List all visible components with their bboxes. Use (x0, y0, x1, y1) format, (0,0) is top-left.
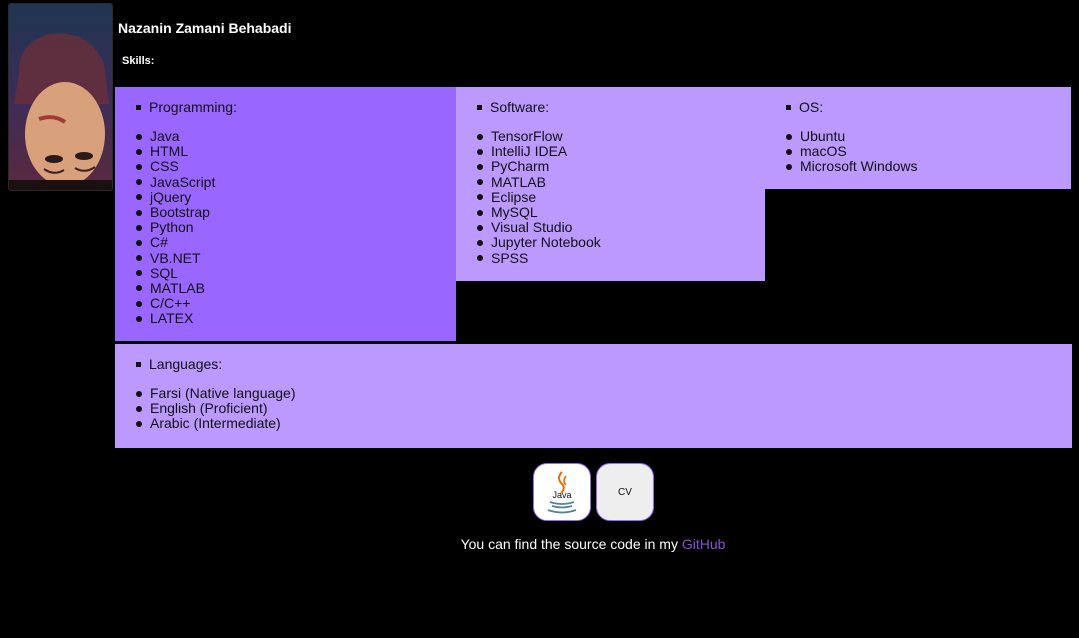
languages-list: Farsi (Native language) English (Profici… (115, 385, 1072, 432)
page: Nazanin Zamani Behabadi Skills: Programm… (0, 0, 1079, 638)
footer-text: You can find the source code in my (460, 536, 678, 552)
software-header: Software: (456, 99, 765, 115)
bullet-icon (477, 209, 483, 216)
programming-list: Java HTML CSS JavaScript jQuery Bootstra… (115, 128, 456, 326)
list-item: Python (136, 219, 456, 235)
square-bullet-icon (786, 104, 791, 110)
bullet-icon (477, 133, 483, 140)
list-item: SQL (136, 265, 456, 281)
os-title: OS: (799, 99, 824, 115)
square-bullet-icon (477, 104, 482, 110)
list-item: LATEX (136, 311, 456, 326)
list-item: PyCharm (477, 159, 765, 174)
languages-title: Languages: (149, 356, 223, 372)
bullet-icon (477, 239, 483, 246)
bullet-icon (136, 315, 142, 322)
bullet-icon (477, 148, 483, 155)
list-item: MATLAB (477, 174, 765, 190)
bullet-icon (136, 133, 142, 140)
square-bullet-icon (136, 104, 141, 110)
bullet-icon (136, 209, 142, 216)
bullet-icon (136, 255, 142, 262)
list-item: Arabic (Intermediate) (136, 416, 1072, 431)
bullet-icon (786, 148, 792, 155)
list-item: Bootstrap (136, 204, 456, 220)
java-logo-icon: Java (547, 471, 577, 514)
os-header: OS: (765, 99, 1071, 115)
list-item: Eclipse (477, 189, 765, 205)
os-section: OS: Ubuntu macOS Microsoft Windows (765, 87, 1071, 189)
bullet-icon (136, 239, 142, 246)
square-bullet-icon (136, 361, 141, 367)
bullet-icon (136, 194, 142, 201)
list-item: SPSS (477, 250, 765, 266)
programming-header: Programming: (115, 99, 456, 115)
bullet-icon (136, 163, 142, 170)
list-item: MATLAB (136, 280, 456, 296)
list-item: English (Proficient) (136, 400, 1072, 416)
bullet-icon (136, 270, 142, 277)
bullet-icon (136, 420, 142, 427)
list-item: VB.NET (136, 250, 456, 266)
bullet-icon (477, 179, 483, 186)
software-section: Software: TensorFlow IntelliJ IDEA PyCha… (456, 87, 765, 281)
programming-section: Programming: Java HTML CSS JavaScript jQ… (115, 87, 456, 341)
list-item: JavaScript (136, 174, 456, 190)
profile-photo (8, 3, 113, 191)
list-item: jQuery (136, 189, 456, 205)
java-button[interactable]: Java (533, 463, 591, 521)
list-item: CSS (136, 159, 456, 174)
list-item: Ubuntu (786, 128, 1071, 144)
software-title: Software: (490, 99, 550, 115)
list-item: Jupyter Notebook (477, 235, 765, 250)
bullet-icon (136, 179, 142, 186)
cv-button[interactable]: CV (596, 463, 654, 521)
list-item: Farsi (Native language) (136, 385, 1072, 401)
skills-heading: Skills: (122, 55, 155, 67)
bullet-icon (136, 148, 142, 155)
bullet-icon (136, 285, 142, 292)
list-item: Visual Studio (477, 219, 765, 235)
bullet-icon (477, 255, 483, 262)
programming-title: Programming: (149, 99, 237, 115)
list-item: Microsoft Windows (786, 159, 1071, 174)
bullet-icon (786, 163, 792, 170)
bullet-icon (136, 224, 142, 231)
list-item: C# (136, 235, 456, 250)
list-item: TensorFlow (477, 128, 765, 144)
list-item: macOS (786, 143, 1071, 159)
list-item: HTML (136, 143, 456, 159)
os-list: Ubuntu macOS Microsoft Windows (765, 128, 1071, 175)
list-item: IntelliJ IDEA (477, 143, 765, 159)
bullet-icon (136, 405, 142, 412)
bullet-icon (477, 163, 483, 170)
github-link[interactable]: GitHub (682, 536, 726, 552)
languages-section: Languages: Farsi (Native language) Engli… (115, 344, 1072, 448)
bullet-icon (136, 300, 142, 307)
languages-header: Languages: (115, 356, 1072, 372)
list-item: Java (136, 128, 456, 144)
java-logo-text: Java (552, 490, 571, 500)
footer: You can find the source code in my GitHu… (0, 536, 1079, 552)
bullet-icon (477, 194, 483, 201)
list-item: C/C++ (136, 295, 456, 311)
bullet-icon (477, 224, 483, 231)
bullet-icon (136, 390, 142, 397)
software-list: TensorFlow IntelliJ IDEA PyCharm MATLAB … (456, 128, 765, 266)
list-item: MySQL (477, 204, 765, 220)
profile-name: Nazanin Zamani Behabadi (118, 20, 292, 36)
bullet-icon (786, 133, 792, 140)
